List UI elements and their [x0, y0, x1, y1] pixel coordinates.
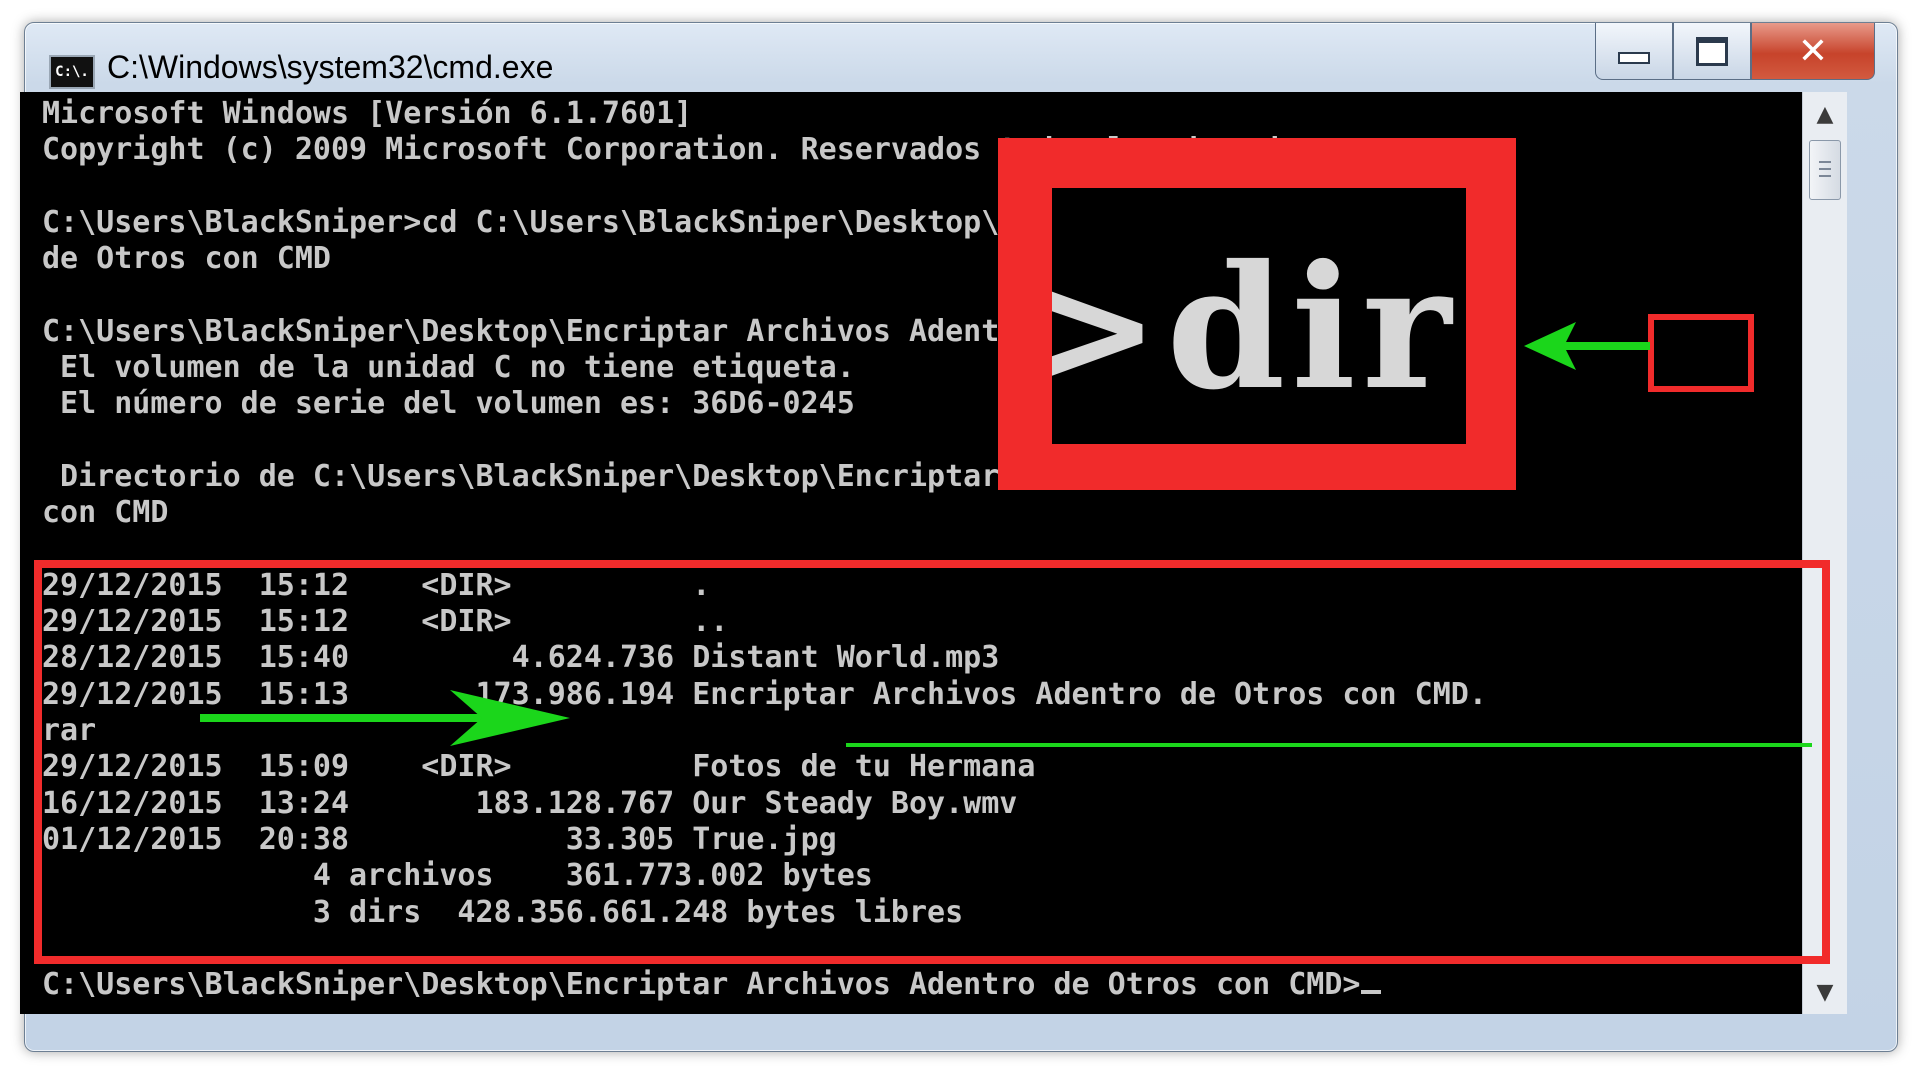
- console-line: C:\Users\BlackSniper\Desktop\Encriptar A…: [42, 967, 1361, 1003]
- grip-line: [1819, 175, 1831, 177]
- scroll-thumb[interactable]: [1809, 140, 1841, 200]
- scroll-down-icon[interactable]: ▼: [1803, 970, 1847, 1014]
- dir-command-highlight: [1648, 314, 1754, 392]
- console-line: Microsoft Windows [Versión 6.1.7601]: [42, 96, 693, 131]
- green-arrow-right-icon: [200, 690, 570, 746]
- scroll-up-icon[interactable]: ▲: [1803, 92, 1847, 136]
- maximize-button[interactable]: [1673, 23, 1751, 80]
- directory-listing-highlight: [34, 560, 1830, 964]
- console-line: El número de serie del volumen es: 36D6-…: [42, 386, 855, 422]
- caption-buttons: ✕: [1595, 23, 1875, 81]
- green-arrow-left-icon: [1524, 322, 1650, 370]
- zoom-callout: >dir: [998, 138, 1516, 490]
- close-icon: ✕: [1797, 30, 1829, 72]
- rar-file-underline: [846, 743, 1812, 747]
- close-button[interactable]: ✕: [1751, 23, 1875, 80]
- console-line: con CMD: [42, 495, 169, 531]
- text-cursor: [1360, 968, 1381, 995]
- cmd-app-icon[interactable]: C:\.: [49, 55, 95, 89]
- console-line: El volumen de la unidad C no tiene etiqu…: [42, 350, 855, 386]
- zoom-callout-text: >dir: [1052, 228, 1458, 428]
- minimize-button[interactable]: [1595, 23, 1673, 80]
- zoom-callout-inner: >dir: [1052, 188, 1466, 444]
- window-title: C:\Windows\system32\cmd.exe: [107, 49, 554, 85]
- minimize-icon: [1618, 52, 1650, 64]
- grip-line: [1819, 168, 1831, 170]
- grip-line: [1819, 161, 1831, 163]
- console-line: de Otros con CMD: [42, 241, 331, 277]
- maximize-icon: [1696, 36, 1728, 66]
